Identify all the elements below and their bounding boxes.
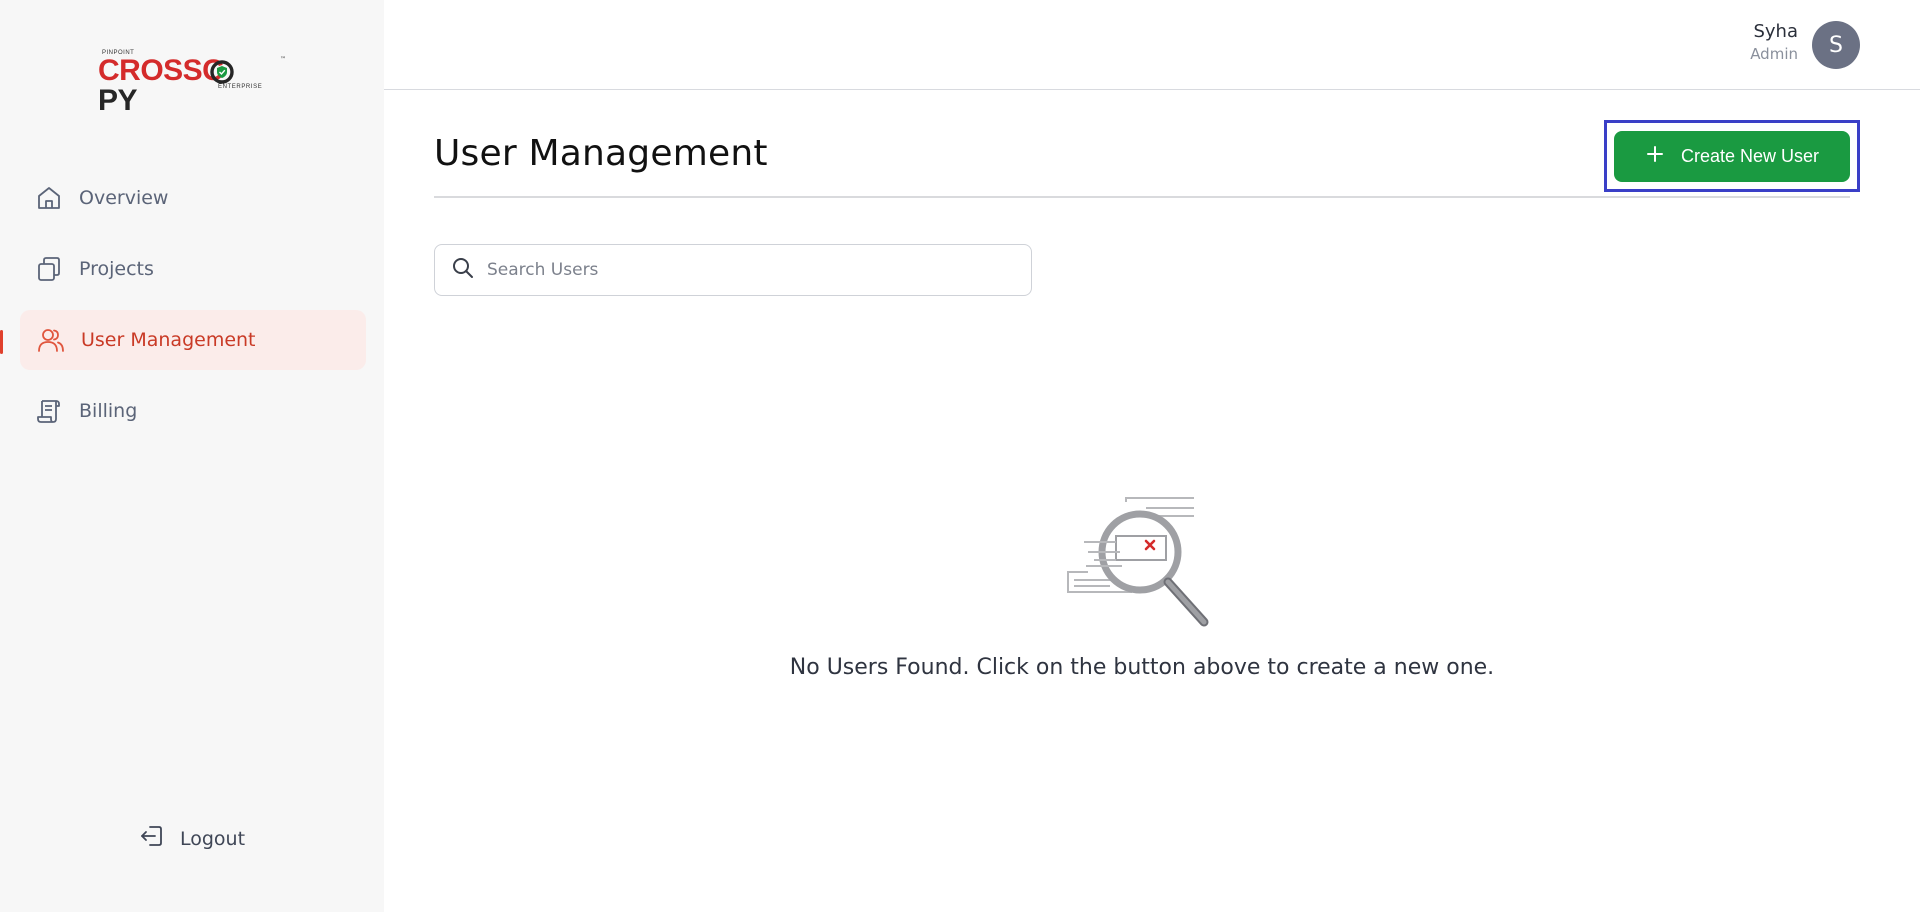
sidebar-item-label: Projects bbox=[79, 258, 154, 280]
create-new-user-label: Create New User bbox=[1680, 146, 1820, 166]
sidebar-item-user-management[interactable]: User Management bbox=[20, 310, 366, 370]
avatar[interactable]: S bbox=[1812, 21, 1860, 69]
plus-icon bbox=[1645, 144, 1665, 169]
logout-label: Logout bbox=[180, 827, 246, 850]
home-icon bbox=[34, 183, 64, 213]
logo-bottom-text: ENTERPRISE bbox=[218, 84, 263, 90]
sidebar-item-label: Overview bbox=[79, 187, 169, 209]
title-divider bbox=[434, 196, 1850, 198]
search-users-box[interactable] bbox=[434, 244, 1032, 296]
sidebar-item-label: Billing bbox=[79, 400, 138, 422]
crosscopy-logo[interactable]: PINPOINT CROSSCPY ™ ENTERPRISE bbox=[98, 48, 286, 116]
sidebar-item-overview[interactable]: Overview bbox=[20, 168, 366, 228]
active-nav-marker bbox=[0, 330, 3, 354]
logout-icon bbox=[138, 822, 166, 855]
billing-icon bbox=[34, 396, 64, 426]
page-title: User Management bbox=[434, 133, 768, 174]
sidebar-nav: Overview Projects User Management Billin… bbox=[20, 168, 366, 452]
sidebar-item-billing[interactable]: Billing bbox=[20, 381, 366, 441]
shield-check-icon bbox=[210, 60, 234, 84]
search-icon bbox=[451, 256, 475, 284]
user-name: Syha bbox=[1753, 21, 1798, 42]
logo-trademark: ™ bbox=[280, 56, 286, 63]
logout-button[interactable]: Logout bbox=[138, 822, 245, 855]
search-input[interactable] bbox=[487, 260, 1007, 280]
sidebar-item-projects[interactable]: Projects bbox=[20, 239, 366, 299]
empty-state-message: No Users Found. Click on the button abov… bbox=[789, 655, 1495, 680]
user-role: Admin bbox=[1750, 45, 1798, 63]
sidebar-item-label: User Management bbox=[81, 329, 256, 351]
users-icon bbox=[36, 325, 66, 355]
no-results-illustration-icon bbox=[1067, 497, 1209, 627]
user-info[interactable]: Syha Admin bbox=[1750, 20, 1798, 64]
sidebar: PINPOINT CROSSCPY ™ ENTERPRISE Overview bbox=[0, 0, 384, 912]
projects-icon bbox=[34, 254, 64, 284]
top-header: Syha Admin S bbox=[384, 0, 1920, 90]
create-new-user-button[interactable]: Create New User bbox=[1614, 131, 1850, 182]
